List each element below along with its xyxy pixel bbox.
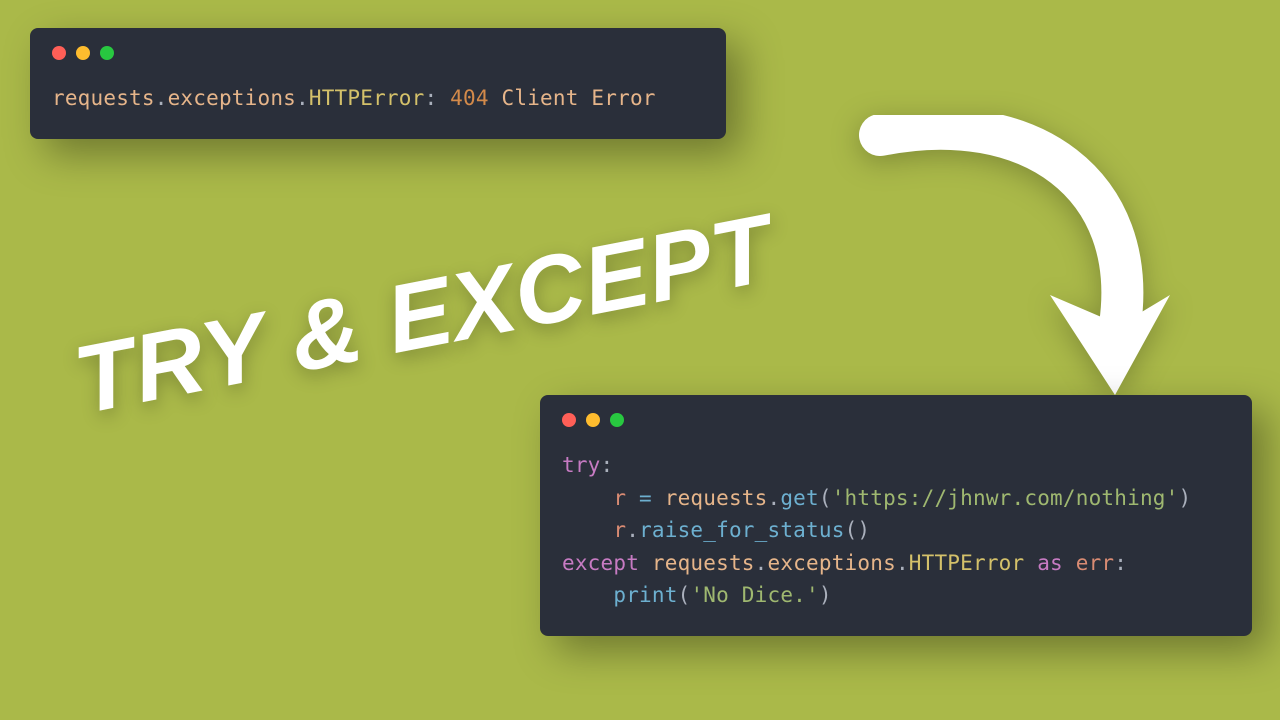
try-except-code-block: try: r = requests.get('https://jhnwr.com…	[562, 449, 1230, 612]
minimize-icon[interactable]	[76, 46, 90, 60]
traffic-lights	[52, 46, 704, 60]
error-output-window: requests.exceptions.HTTPError: 404 Clien…	[30, 28, 726, 139]
arrow-icon	[820, 115, 1180, 415]
zoom-icon[interactable]	[610, 413, 624, 427]
minimize-icon[interactable]	[586, 413, 600, 427]
traffic-lights	[562, 413, 1230, 427]
zoom-icon[interactable]	[100, 46, 114, 60]
try-except-code-window: try: r = requests.get('https://jhnwr.com…	[540, 395, 1252, 636]
close-icon[interactable]	[52, 46, 66, 60]
close-icon[interactable]	[562, 413, 576, 427]
error-code-line: requests.exceptions.HTTPError: 404 Clien…	[52, 82, 704, 115]
